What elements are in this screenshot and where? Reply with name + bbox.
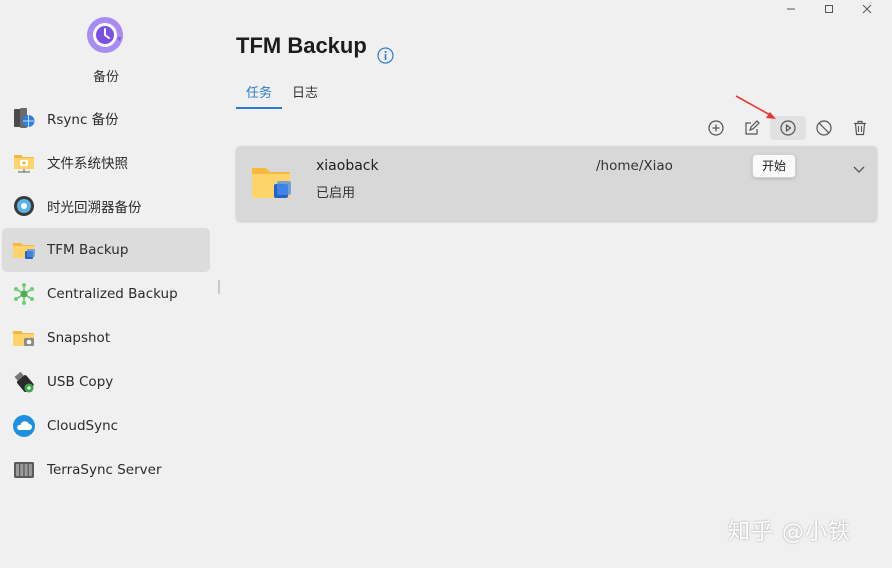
server-rack-icon [12, 458, 36, 482]
cloud-sync-icon [12, 414, 36, 438]
sidebar-item-rsync[interactable]: Rsync 备份 [2, 96, 210, 140]
sidebar-item-label: Snapshot [47, 330, 111, 346]
network-nodes-icon [12, 282, 36, 306]
task-name: xiaoback [316, 158, 379, 174]
sidebar-item-snapshot[interactable]: Snapshot [2, 316, 210, 360]
sidebar-nav: Rsync 备份 文件系统快照 时光回溯器备份 TFM Backup Centr… [2, 96, 210, 492]
trash-icon [854, 120, 866, 136]
clock-backup-icon [87, 17, 123, 53]
sidebar-item-usb-copy[interactable]: USB Copy [2, 360, 210, 404]
watermark: 知乎 @小铁 [728, 520, 851, 545]
sidebar-item-label: CloudSync [47, 418, 119, 434]
start-tooltip: 开始 [752, 154, 797, 178]
maximize-button[interactable] [810, 0, 848, 18]
sidebar-item-label: 时光回溯器备份 [47, 200, 142, 216]
play-circle-icon [780, 120, 796, 136]
sidebar-item-time-machine[interactable]: 时光回溯器备份 [2, 184, 210, 228]
sidebar-item-fs-snapshot[interactable]: 文件系统快照 [2, 140, 210, 184]
folder-backup-icon [252, 168, 291, 198]
maximize-icon [825, 5, 833, 13]
minimize-button[interactable] [772, 0, 810, 18]
sidebar-item-centralized-backup[interactable]: Centralized Backup [2, 272, 210, 316]
close-button[interactable] [848, 0, 886, 18]
tab-tasks[interactable]: 任务 [236, 80, 283, 109]
sidebar-item-label: USB Copy [47, 374, 114, 390]
sidebar-item-label: 文件系统快照 [47, 156, 128, 172]
chevron-down-icon[interactable] [851, 161, 867, 177]
folder-snapshot-icon [12, 150, 36, 174]
annotation-arrow [735, 95, 776, 119]
server-globe-icon [12, 106, 36, 130]
task-path: /home/Xiao [596, 158, 673, 174]
time-machine-icon [12, 194, 36, 218]
tab-logs[interactable]: 日志 [282, 80, 328, 109]
tab-bar: 任务 日志 [236, 80, 328, 109]
sidebar: 备份 Rsync 备份 文件系统快照 时光回溯器备份 TFM Backup Ce… [0, 0, 218, 568]
close-icon [862, 4, 872, 14]
disable-task-button[interactable] [806, 116, 842, 140]
ban-icon [816, 120, 832, 136]
sidebar-item-cloudsync[interactable]: CloudSync [2, 404, 210, 448]
window-controls [772, 0, 886, 18]
app-name: 备份 [92, 70, 119, 85]
sidebar-item-label: TerraSync Server [47, 462, 162, 478]
plus-circle-icon [708, 120, 724, 136]
folder-backup-icon [12, 238, 36, 262]
task-toolbar [698, 116, 878, 140]
add-task-button[interactable] [698, 116, 734, 140]
delete-task-button[interactable] [842, 116, 878, 140]
sidebar-item-label: Rsync 备份 [47, 112, 119, 128]
page-title: TFM Backup [236, 33, 367, 58]
sidebar-item-terrasync-server[interactable]: TerraSync Server [2, 448, 210, 492]
sidebar-item-tfm-backup[interactable]: TFM Backup [2, 228, 210, 272]
sidebar-item-label: TFM Backup [47, 242, 129, 258]
sidebar-resize-handle[interactable] [218, 280, 220, 294]
info-icon[interactable] [377, 47, 394, 64]
task-status: 已启用 [316, 186, 356, 201]
usb-drive-icon [12, 370, 36, 394]
sidebar-item-label: Centralized Backup [47, 286, 178, 302]
minimize-icon [787, 8, 795, 10]
folder-camera-icon [12, 326, 36, 350]
edit-icon [745, 120, 760, 135]
